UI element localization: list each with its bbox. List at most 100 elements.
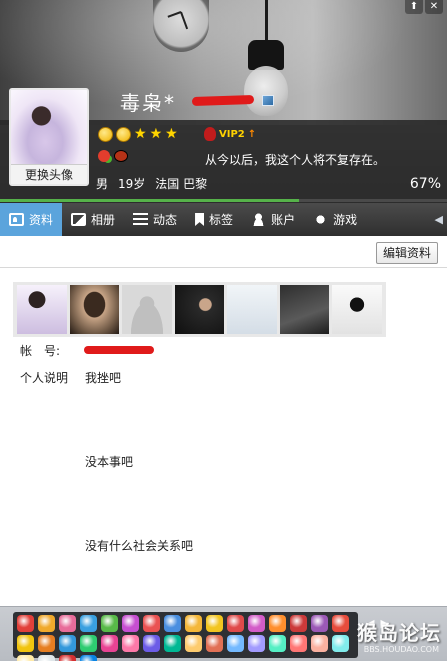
game-icon — [313, 213, 329, 226]
fruit-icon — [98, 150, 110, 162]
emoticon-icon[interactable] — [206, 615, 223, 632]
tag-icon — [195, 213, 205, 226]
emoticon-icon[interactable] — [59, 615, 76, 632]
star-icon: ★ — [165, 126, 178, 142]
vip-badge[interactable]: VIP2 ↑ — [204, 127, 256, 141]
qq-level[interactable]: ★ ★ ★ — [98, 127, 178, 142]
tab-label: 相册 — [91, 213, 116, 227]
tab-bar: 资料 相册 动态 标签 账户 游戏 ◀ — [0, 203, 447, 242]
account-label: 帐 号: — [20, 344, 61, 358]
emoticon-icon[interactable] — [101, 615, 118, 632]
photo-wall — [13, 282, 386, 337]
emoticon-icon[interactable] — [269, 615, 286, 632]
age: 19岁 — [118, 177, 146, 191]
emoticon-icon[interactable] — [185, 615, 202, 632]
emoticon-icon[interactable] — [290, 635, 307, 652]
vip-label: VIP2 — [219, 128, 245, 140]
emoticon-icon[interactable] — [332, 615, 349, 632]
emoticon-icon[interactable] — [248, 635, 265, 652]
basic-info: 男 19岁 法国 巴黎 — [96, 175, 207, 192]
tab-label: 账户 — [271, 213, 296, 227]
emoticon-icon[interactable] — [311, 635, 328, 652]
emoticon-icon[interactable] — [80, 615, 97, 632]
emoticon-icon[interactable] — [164, 615, 181, 632]
watermark-url: BBS.HOUDAO.COM — [363, 645, 439, 654]
penguin-icon — [204, 127, 216, 141]
tab-account[interactable]: 账户 — [242, 203, 304, 236]
emoticon-icon[interactable] — [38, 635, 55, 652]
emoticon-icon[interactable] — [206, 635, 223, 652]
lamp-wire — [265, 0, 268, 42]
vip-up-arrow: ↑ — [247, 128, 257, 140]
skin-button[interactable]: ⬆ — [405, 0, 423, 14]
emoticon-icon[interactable] — [59, 635, 76, 652]
profile-banner: ⬆ ✕ 更换头像 毒枭* ★ ★ ★ VIP2 ↑ 从今以后，我这个人将不复存在… — [0, 0, 447, 203]
change-avatar-button[interactable]: 更换头像 — [11, 164, 87, 184]
emoticon-icon[interactable] — [80, 635, 97, 652]
close-button[interactable]: ✕ — [425, 0, 443, 14]
photo-thumbnail[interactable] — [174, 285, 225, 334]
completion-bar — [0, 199, 447, 202]
emoticon-icon[interactable] — [101, 635, 118, 652]
tab-tags[interactable]: 标签 — [186, 203, 242, 236]
emoticon-icon[interactable] — [122, 615, 139, 632]
emoticon-icon[interactable] — [38, 615, 55, 632]
emoticon-icon[interactable] — [164, 635, 181, 652]
user-icon — [251, 213, 267, 226]
divider — [0, 267, 447, 268]
gender: 男 — [96, 177, 109, 191]
emoticon-icon[interactable] — [143, 635, 160, 652]
photo-thumbnail[interactable] — [122, 285, 172, 334]
photo-thumbnail[interactable] — [279, 285, 330, 334]
emoticon-icon[interactable] — [80, 655, 97, 661]
emoticon-icon[interactable] — [227, 615, 244, 632]
emoticon-grid — [13, 612, 358, 661]
emoticon-icon[interactable] — [311, 615, 328, 632]
description-line: 没有什么社会关系吧 — [85, 539, 194, 553]
sun-icon — [98, 127, 113, 142]
photo-thumbnail[interactable] — [227, 285, 277, 334]
emoticon-icon[interactable] — [290, 615, 307, 632]
window-controls: ⬆ ✕ — [405, 0, 443, 14]
edit-profile-button[interactable]: 编辑资料 — [375, 242, 438, 264]
avatar[interactable]: 更换头像 — [9, 88, 89, 186]
watermark-logo: 猴岛论坛 — [357, 621, 441, 645]
tab-feed[interactable]: 动态 — [124, 203, 186, 236]
emoticon-icon[interactable] — [17, 655, 34, 661]
tab-label: 动态 — [153, 213, 178, 227]
tab-label: 标签 — [209, 213, 234, 227]
emoticon-icon[interactable] — [143, 615, 160, 632]
tab-profile[interactable]: 资料 — [0, 203, 63, 242]
tab-games[interactable]: 游戏 — [304, 203, 366, 236]
personal-signature[interactable]: 从今以后，我这个人将不复存在。 — [205, 151, 385, 168]
sun-icon — [116, 127, 131, 142]
emoticon-icon[interactable] — [227, 635, 244, 652]
photo-icon[interactable] — [262, 95, 274, 106]
photo-thumbnail[interactable] — [332, 285, 383, 334]
pet-icons[interactable] — [98, 150, 128, 162]
emoticon-icon[interactable] — [17, 635, 34, 652]
description-line: 我挫吧 — [85, 371, 122, 385]
redaction-mark — [84, 346, 154, 354]
profile-completion: 67% — [409, 176, 441, 192]
description-label: 个人说明 — [20, 371, 69, 385]
tab-label: 游戏 — [333, 213, 358, 227]
avatar-image — [11, 90, 87, 164]
photo-thumbnail[interactable] — [69, 285, 120, 334]
emoticon-icon[interactable] — [332, 635, 349, 652]
emoticon-icon[interactable] — [269, 635, 286, 652]
emoticon-icon[interactable] — [59, 655, 76, 661]
emoticon-icon[interactable] — [248, 615, 265, 632]
light-bulb-image — [244, 66, 288, 116]
tab-album[interactable]: 相册 — [62, 203, 124, 236]
emoticon-icon[interactable] — [122, 635, 139, 652]
profile-window: ⬆ ✕ 更换头像 毒枭* ★ ★ ★ VIP2 ↑ 从今以后，我这个人将不复存在… — [0, 0, 447, 661]
tab-scroll-left-icon[interactable]: ◀ — [435, 213, 443, 226]
emoticon-icon[interactable] — [38, 655, 55, 661]
emoticon-icon[interactable] — [17, 615, 34, 632]
emoticon-icon[interactable] — [185, 635, 202, 652]
photo-icon — [71, 213, 87, 226]
photo-thumbnail[interactable] — [17, 285, 67, 334]
location: 法国 巴黎 — [155, 177, 208, 191]
list-icon — [133, 213, 149, 226]
